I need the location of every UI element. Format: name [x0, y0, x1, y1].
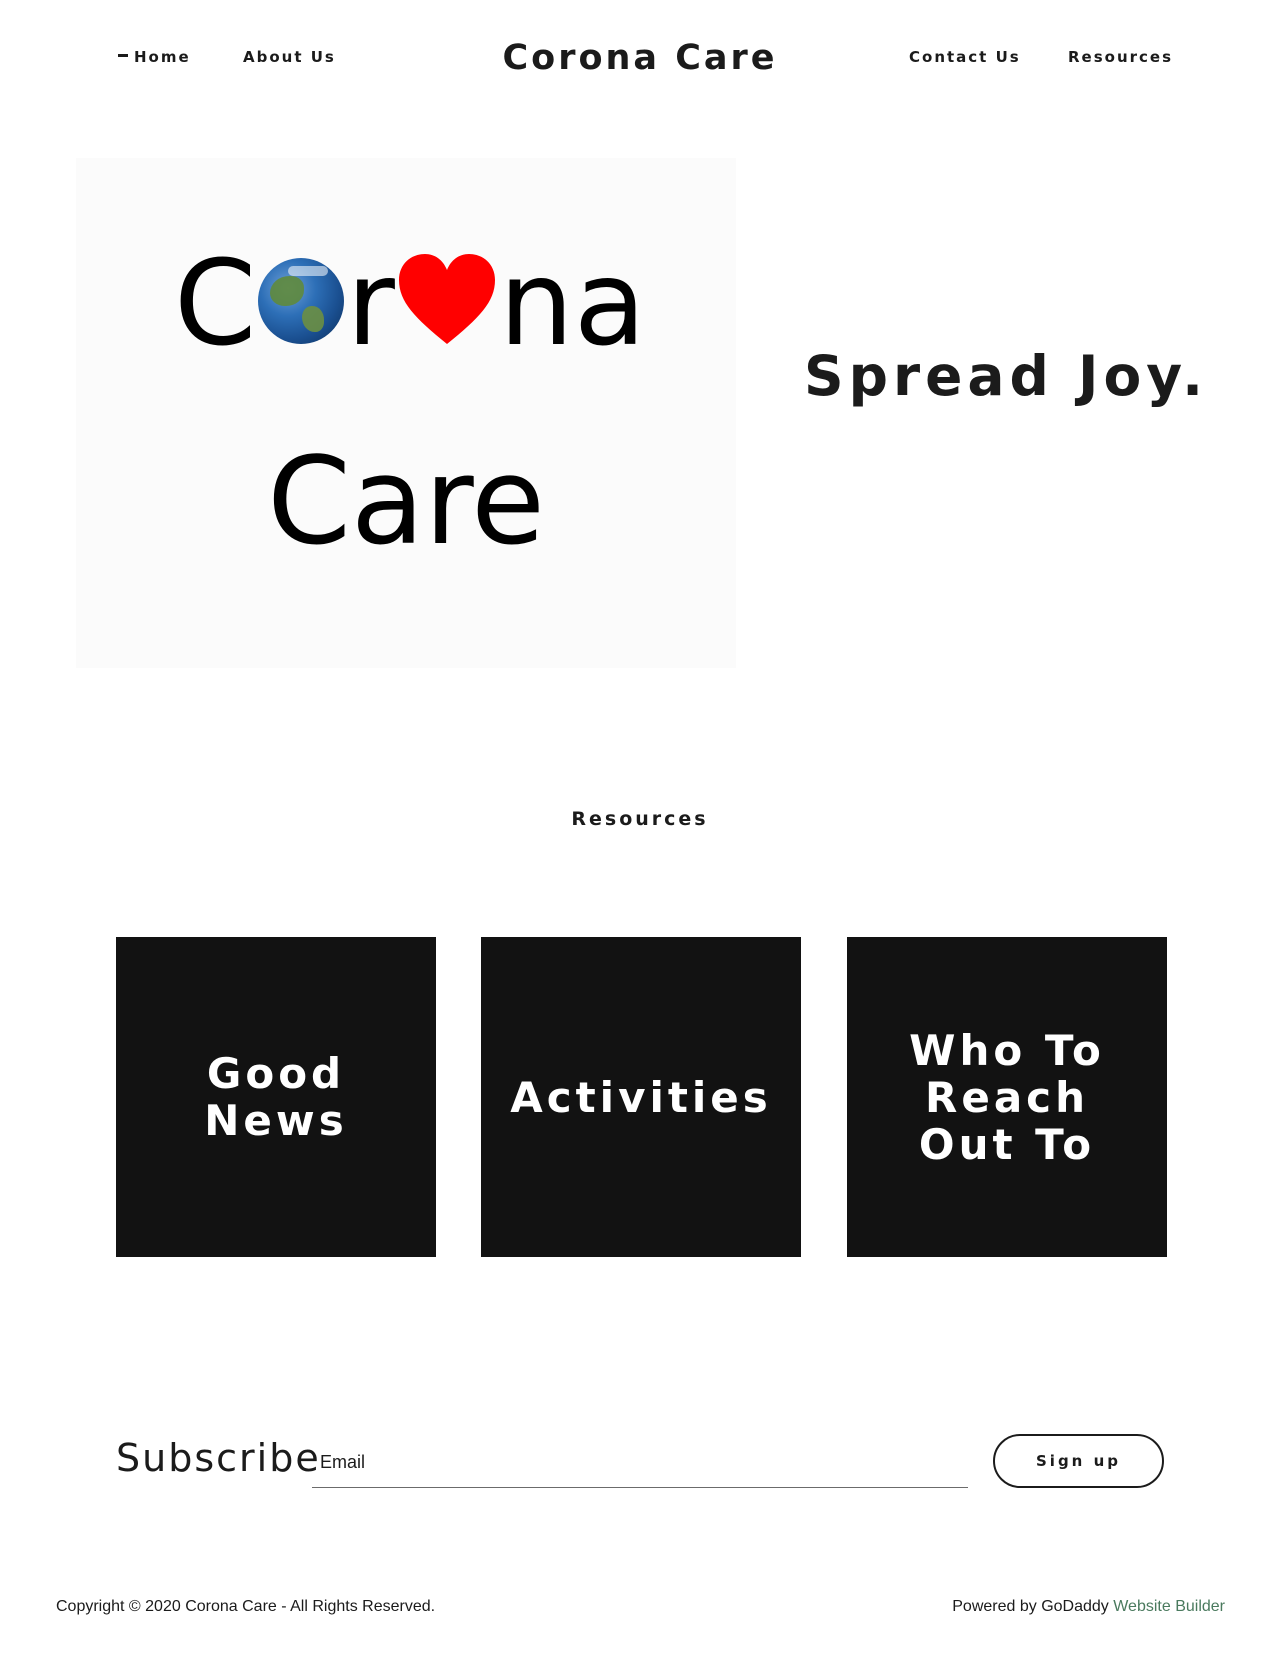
hero-logo-image: Cr na Care [76, 158, 736, 668]
globe-icon [258, 258, 345, 344]
tile-label: Good News [204, 1049, 348, 1145]
nav-resources-link[interactable]: Resources [1068, 48, 1173, 66]
tile-who-to-reach-out-to[interactable]: Who To Reach Out To [847, 937, 1167, 1257]
tile-activities[interactable]: Activities [481, 937, 801, 1257]
tile-label: Activities [510, 1072, 772, 1122]
sign-up-button[interactable]: Sign up [993, 1434, 1164, 1488]
nav-contact-link[interactable]: Contact Us [909, 48, 1021, 66]
resources-section-title: Resources [571, 808, 709, 830]
tile-good-news[interactable]: Good News [116, 937, 436, 1257]
logo-word-corona: Cr na [174, 238, 646, 368]
site-header: Home About Us Corona Care Contact Us Res… [0, 0, 1280, 120]
website-builder-link[interactable]: Website Builder [1113, 1598, 1225, 1615]
footer-copyright: Copyright © 2020 Corona Care - All Right… [56, 1598, 436, 1615]
hero-tagline: Spread Joy. [804, 344, 1208, 408]
subscribe-label: Subscribe [116, 1436, 321, 1480]
logo-letters-na: na [498, 234, 647, 372]
logo-letter-c: C [174, 234, 257, 372]
powered-by-text: Powered by GoDaddy [952, 1598, 1109, 1615]
footer-powered-by: Powered by GoDaddy Website Builder [952, 1598, 1225, 1616]
logo-letter-r: r [346, 234, 395, 372]
email-field[interactable] [312, 1438, 968, 1488]
heart-icon [398, 254, 495, 344]
logo-word-care: Care [267, 433, 545, 572]
tile-label: Who To Reach Out To [909, 1025, 1105, 1169]
